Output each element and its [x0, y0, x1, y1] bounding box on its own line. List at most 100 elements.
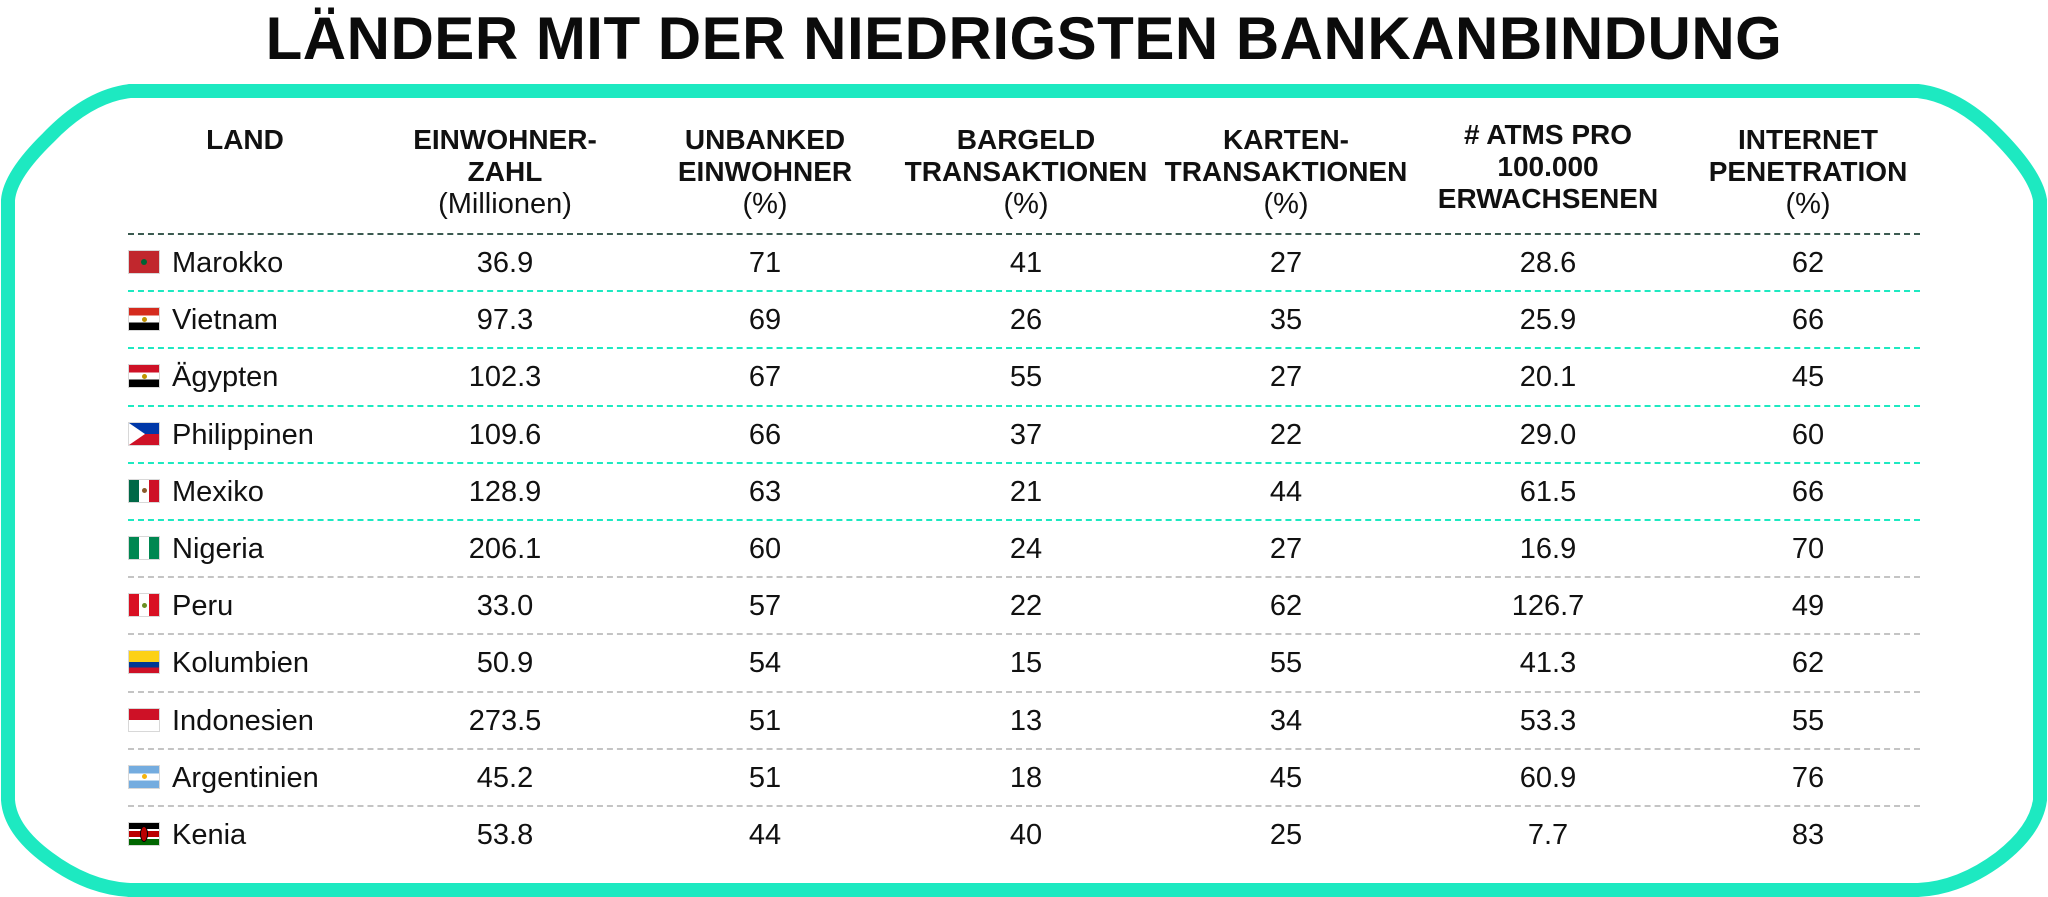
table-cell: 71	[748, 247, 782, 279]
column-header-unit: (%)	[1263, 188, 1309, 220]
country-name: Indonesien	[172, 704, 314, 737]
table-row: Ägypten 102.3 67 55 27 20.1 45	[0, 349, 2048, 406]
table-cell: 67	[748, 361, 782, 394]
column-header-unit: (%)	[1785, 188, 1831, 220]
table-row: Mexiko 128.9 63 21 44 61.5 66	[0, 464, 2048, 521]
table-cell: 128.9	[468, 475, 542, 508]
country-name: Kolumbien	[172, 647, 310, 680]
table-row: Kolumbien 50.9 54 15 55 41.3 62	[0, 635, 2048, 692]
column-header-line: TRANSAKTIONEN	[1164, 156, 1408, 187]
table-cell: 20.1	[1519, 361, 1577, 394]
column-header-unit: (Millionen)	[438, 188, 572, 220]
table-cell: 53.3	[1519, 704, 1577, 737]
table-cell: 70	[1791, 533, 1825, 565]
table-cell: 41.3	[1519, 647, 1577, 680]
table-cell: 27	[1269, 361, 1303, 394]
table-cell: 63	[748, 475, 782, 508]
flag-emblem	[141, 488, 147, 494]
table-cell: 45	[1791, 361, 1825, 394]
column-header-line: KARTEN-	[1223, 124, 1349, 155]
table-row: Kenia 53.8 44 40 25 7.7 83	[0, 807, 2048, 864]
table-cell: 45.2	[476, 761, 534, 794]
vietnam-flag-icon	[128, 307, 160, 332]
table-cell: 126.7	[1511, 590, 1585, 623]
column-header-line: UNBANKED	[684, 124, 846, 155]
table-cell: 45	[1269, 761, 1303, 794]
peru-flag-icon	[128, 593, 160, 618]
table-cell: 22	[1269, 418, 1303, 451]
table-cell: 22	[1009, 590, 1043, 623]
column-header: KARTEN- TRANSAKTIONEN (%)	[1161, 124, 1411, 220]
table-cell: 28.6	[1519, 247, 1577, 279]
table-cell: 51	[748, 704, 782, 737]
table-cell: 25.9	[1519, 304, 1577, 337]
table-row: Argentinien 45.2 51 18 45 60.9 76	[0, 750, 2048, 807]
colombia-flag-icon	[128, 650, 160, 675]
table-cell: 53.8	[476, 819, 534, 851]
table-cell: 37	[1009, 418, 1043, 451]
country-name: Argentinien	[172, 761, 319, 794]
flag-emblem	[141, 373, 147, 379]
table-cell: 34	[1269, 704, 1303, 737]
column-header-line: EINWOHNER-	[413, 124, 597, 155]
column-header: UNBANKED EINWOHNER (%)	[640, 124, 890, 220]
table-cell: 40	[1009, 819, 1043, 851]
table-cell: 62	[1791, 647, 1825, 680]
column-header: LAND	[120, 124, 370, 156]
country-name: Ägypten	[172, 361, 279, 394]
table-row: Vietnam 97.3 69 26 35 25.9 66	[0, 292, 2048, 349]
table-cell: 55	[1791, 704, 1825, 737]
table-cell: 51	[748, 761, 782, 794]
table-cell: 27	[1269, 247, 1303, 279]
table-cell: 54	[748, 647, 782, 680]
table-cell: 15	[1009, 647, 1043, 680]
table-cell: 60.9	[1519, 761, 1577, 794]
table-cell: 36.9	[476, 247, 534, 279]
table-cell: 41	[1009, 247, 1043, 279]
table-row: Nigeria 206.1 60 24 27 16.9 70	[0, 521, 2048, 578]
table-row: Philippinen 109.6 66 37 22 29.0 60	[0, 407, 2048, 464]
table-cell: 102.3	[468, 361, 542, 394]
table-row: Peru 33.0 57 22 62 126.7 49	[0, 578, 2048, 635]
table-cell: 25	[1269, 819, 1303, 851]
mexico-flag-icon	[128, 478, 160, 503]
philippines-flag-icon	[128, 421, 160, 446]
table-cell: 62	[1269, 590, 1303, 623]
table-row: Indonesien 273.5 51 13 34 53.3 55	[0, 693, 2048, 750]
column-header-line: # ATMS PRO	[1463, 119, 1632, 150]
table-cell: 24	[1009, 533, 1043, 565]
table-cell: 62	[1791, 247, 1825, 279]
table-cell: 273.5	[468, 704, 542, 737]
country-name: Vietnam	[172, 304, 278, 337]
table-cell: 76	[1791, 761, 1825, 794]
column-header-unit: (%)	[1003, 188, 1049, 220]
table-cell: 60	[748, 533, 782, 565]
table-cell: 66	[748, 418, 782, 451]
column-header: INTERNET PENETRATION (%)	[1683, 124, 1933, 220]
table-cell: 50.9	[476, 647, 534, 680]
table-cell: 33.0	[476, 590, 534, 623]
table-cell: 44	[748, 819, 782, 851]
table-row: Marokko 36.9 71 41 27 28.6 62	[0, 235, 2048, 292]
column-header: # ATMS PRO 100.000 ERWACHSENEN	[1423, 119, 1673, 215]
country-name: Philippinen	[172, 418, 314, 451]
column-header-line: TRANSAKTIONEN	[904, 156, 1148, 187]
flag-emblem	[141, 774, 147, 780]
column-header-line: BARGELD	[956, 124, 1096, 155]
column-header-line: ERWACHSENEN	[1437, 183, 1659, 214]
column-header-line: 100.000	[1497, 151, 1599, 182]
morocco-flag-icon	[128, 250, 160, 274]
table-cell: 21	[1009, 475, 1043, 508]
column-header-unit: (%)	[742, 188, 788, 220]
table-cell: 206.1	[468, 533, 542, 565]
table-cell: 49	[1791, 590, 1825, 623]
column-header-line: LAND	[206, 124, 284, 155]
table-cell: 109.6	[468, 418, 542, 451]
table-cell: 7.7	[1527, 819, 1569, 851]
table-cell: 13	[1009, 704, 1043, 737]
table-cell: 16.9	[1519, 533, 1577, 565]
column-header-line: INTERNET	[1738, 124, 1878, 155]
table-cell: 35	[1269, 304, 1303, 337]
country-name: Marokko	[172, 247, 284, 279]
country-name: Peru	[172, 590, 234, 623]
